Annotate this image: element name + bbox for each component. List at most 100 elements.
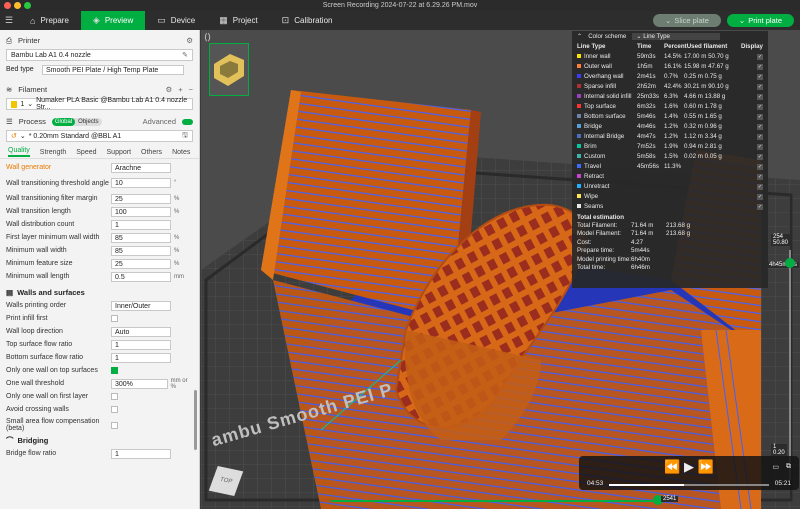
legend-row[interactable]: Inner wall 59m3s 14.5% 17.00 m 50.70 g ✓	[572, 51, 768, 61]
small-area-flow-checkbox[interactable]	[111, 421, 118, 429]
display-checkbox[interactable]: ✓	[757, 193, 763, 200]
wall-loop-direction-select[interactable]: Auto	[111, 326, 171, 337]
legend-row[interactable]: Internal solid infill 25m33s 6.3% 4.66 m 13…	[572, 91, 768, 101]
print-plate-button[interactable]: ⌄ Print plate	[726, 14, 794, 27]
global-objects-toggle[interactable]: Global Objects	[51, 117, 102, 126]
top-flow-ratio-input[interactable]: 1	[111, 339, 171, 350]
transition-length-input[interactable]: 100	[111, 206, 171, 217]
tab-preview[interactable]: ◈ Preview	[80, 11, 146, 30]
advanced-toggle[interactable]	[182, 119, 193, 125]
display-checkbox[interactable]: ✓	[757, 123, 763, 130]
legend-row[interactable]: Wipe ✓	[572, 191, 768, 201]
min-wall-length-input[interactable]: 0.5	[111, 271, 171, 282]
rewind-icon[interactable]: ⏪	[664, 459, 680, 474]
legend-row[interactable]: Outer wall 1h5m 16.1% 15.98 m 47.67 g ✓	[572, 61, 768, 71]
undo-icon[interactable]: ↺	[11, 132, 17, 140]
menu-icon[interactable]: ☰	[0, 15, 18, 26]
display-checkbox[interactable]: ✓	[757, 83, 763, 90]
3d-viewport[interactable]: ambu Smooth PEI P ⟨⟩ TOP ⌃ Color scheme …	[201, 30, 800, 509]
display-checkbox[interactable]: ✓	[757, 113, 763, 120]
display-checkbox[interactable]: ✓	[757, 53, 763, 60]
bottom-flow-ratio-input[interactable]: 1	[111, 352, 171, 363]
one-wall-threshold-input[interactable]: 300%	[111, 378, 168, 389]
display-checkbox[interactable]: ✓	[757, 93, 763, 100]
min-wall-width-input[interactable]: 85	[111, 245, 171, 256]
legend-row[interactable]: Retract ✓	[572, 171, 768, 181]
one-wall-top-checkbox[interactable]	[111, 367, 118, 374]
play-icon[interactable]: ▶	[684, 459, 694, 474]
top-slider-handle[interactable]	[785, 258, 795, 268]
avoid-crossing-walls-checkbox[interactable]	[111, 406, 118, 413]
display-checkbox[interactable]: ✓	[757, 163, 763, 170]
one-wall-first-layer-checkbox[interactable]	[111, 393, 118, 400]
filament-select[interactable]: 1 ⌄ Numaker PLA Basic @Bambu Lab A1 0.4 …	[6, 97, 193, 111]
panel-scrollbar[interactable]	[194, 390, 197, 450]
color-scheme-select[interactable]: ⌄ Line Type	[632, 33, 721, 40]
window-controls[interactable]	[4, 2, 31, 9]
walls-order-select[interactable]: Inner/Outer	[111, 300, 171, 311]
legend-row[interactable]: Overhang wall 2m41s 0.7% 0.25 m 0.75 g ✓	[572, 71, 768, 81]
playback-scrubber[interactable]	[609, 484, 769, 486]
first-layer-min-width-input[interactable]: 85	[111, 232, 171, 243]
legend-row[interactable]: Bottom surface 5m46s 1.4% 0.55 m 1.65 g ✓	[572, 111, 768, 121]
subtab-others[interactable]: Others	[141, 149, 162, 156]
fast-forward-icon[interactable]: ⏩	[698, 459, 714, 474]
legend-row[interactable]: Bridge 4m46s 1.2% 0.32 m 0.96 g ✓	[572, 121, 768, 131]
add-icon[interactable]: +	[178, 85, 182, 94]
subtab-strength[interactable]: Strength	[40, 149, 66, 156]
display-checkbox[interactable]: ✓	[757, 203, 763, 210]
tab-device[interactable]: ▭ Device	[145, 11, 207, 30]
tab-project[interactable]: ▦ Project	[207, 11, 269, 30]
legend-row[interactable]: Travel 45m56s 11.3% ✓	[572, 161, 768, 171]
process-profile-select[interactable]: ↺ ⌄ * 0.20mm Standard @BBL A1 🖫	[6, 130, 193, 142]
save-icon[interactable]: 🖫	[182, 131, 188, 142]
legend-row[interactable]: Custom 5m58s 1.5% 0.02 m 0.05 g ✓	[572, 151, 768, 161]
calibration-icon: ⊡	[281, 15, 290, 25]
tab-prepare[interactable]: ⌂ Prepare	[18, 11, 81, 30]
print-infill-first-checkbox[interactable]	[111, 315, 118, 322]
subtab-speed[interactable]: Speed	[76, 149, 96, 156]
display-checkbox[interactable]: ✓	[757, 73, 763, 80]
subtab-support[interactable]: Support	[107, 149, 132, 156]
tab-calibration[interactable]: ⊡ Calibration	[270, 11, 345, 30]
move-slider-track[interactable]	[331, 500, 661, 502]
edit-icon[interactable]: ✎	[182, 51, 188, 59]
subtab-notes[interactable]: Notes	[172, 149, 190, 156]
layer-slider-track[interactable]	[789, 250, 791, 480]
display-checkbox[interactable]: ✓	[757, 63, 763, 70]
filter-margin-input[interactable]: 25	[111, 193, 171, 204]
plate-thumbnail[interactable]	[209, 43, 249, 96]
collapse-icon[interactable]: ⟨⟩	[204, 32, 211, 43]
distribution-count-input[interactable]: 1	[111, 219, 171, 230]
slice-plate-button[interactable]: ⌄ Slice plate	[653, 14, 721, 27]
legend-row[interactable]: Top surface 6m32s 1.6% 0.60 m 1.78 g ✓	[572, 101, 768, 111]
bridge-flow-input[interactable]: 1	[111, 448, 171, 459]
printer-select[interactable]: Bambu Lab A1 0.4 nozzle ✎	[6, 49, 193, 61]
zoom-icon[interactable]	[24, 2, 31, 9]
filament-settings-icon[interactable]: ⚙	[165, 85, 172, 94]
subtab-quality[interactable]: Quality	[8, 147, 30, 157]
threshold-angle-input[interactable]: 10	[111, 178, 171, 188]
filament-color-swatch[interactable]	[11, 100, 18, 108]
display-checkbox[interactable]: ✓	[757, 103, 763, 110]
display-checkbox[interactable]: ✓	[757, 153, 763, 160]
legend-row[interactable]: Internal Bridge 4m47s 1.2% 1.12 m 3.34 g ✓	[572, 131, 768, 141]
display-checkbox[interactable]: ✓	[757, 133, 763, 140]
bed-type-select[interactable]: Smooth PEI Plate / High Temp Plate	[42, 64, 184, 75]
airplay-icon[interactable]: ▭	[772, 463, 779, 471]
pip-icon[interactable]: ⧉	[786, 463, 791, 471]
display-checkbox[interactable]: ✓	[757, 143, 763, 150]
legend-row[interactable]: Unretract ✓	[572, 181, 768, 191]
display-checkbox[interactable]: ✓	[757, 173, 763, 180]
legend-row[interactable]: Brim 7m52s 1.9% 0.94 m 2.81 g ✓	[572, 141, 768, 151]
settings-icon[interactable]: ⚙	[186, 36, 193, 45]
close-icon[interactable]	[4, 2, 11, 9]
legend-row[interactable]: Seams ✓	[572, 201, 768, 211]
min-feature-size-input[interactable]: 25	[111, 258, 171, 269]
wall-generator-select[interactable]: Arachne	[111, 162, 171, 173]
remove-icon[interactable]: −	[189, 85, 193, 94]
legend-collapse-icon[interactable]: ⌃	[577, 33, 582, 40]
legend-row[interactable]: Sparse infill 2h52m 42.4% 30.21 m 90.10 g ✓	[572, 81, 768, 91]
minimize-icon[interactable]	[14, 2, 21, 9]
display-checkbox[interactable]: ✓	[757, 183, 763, 190]
